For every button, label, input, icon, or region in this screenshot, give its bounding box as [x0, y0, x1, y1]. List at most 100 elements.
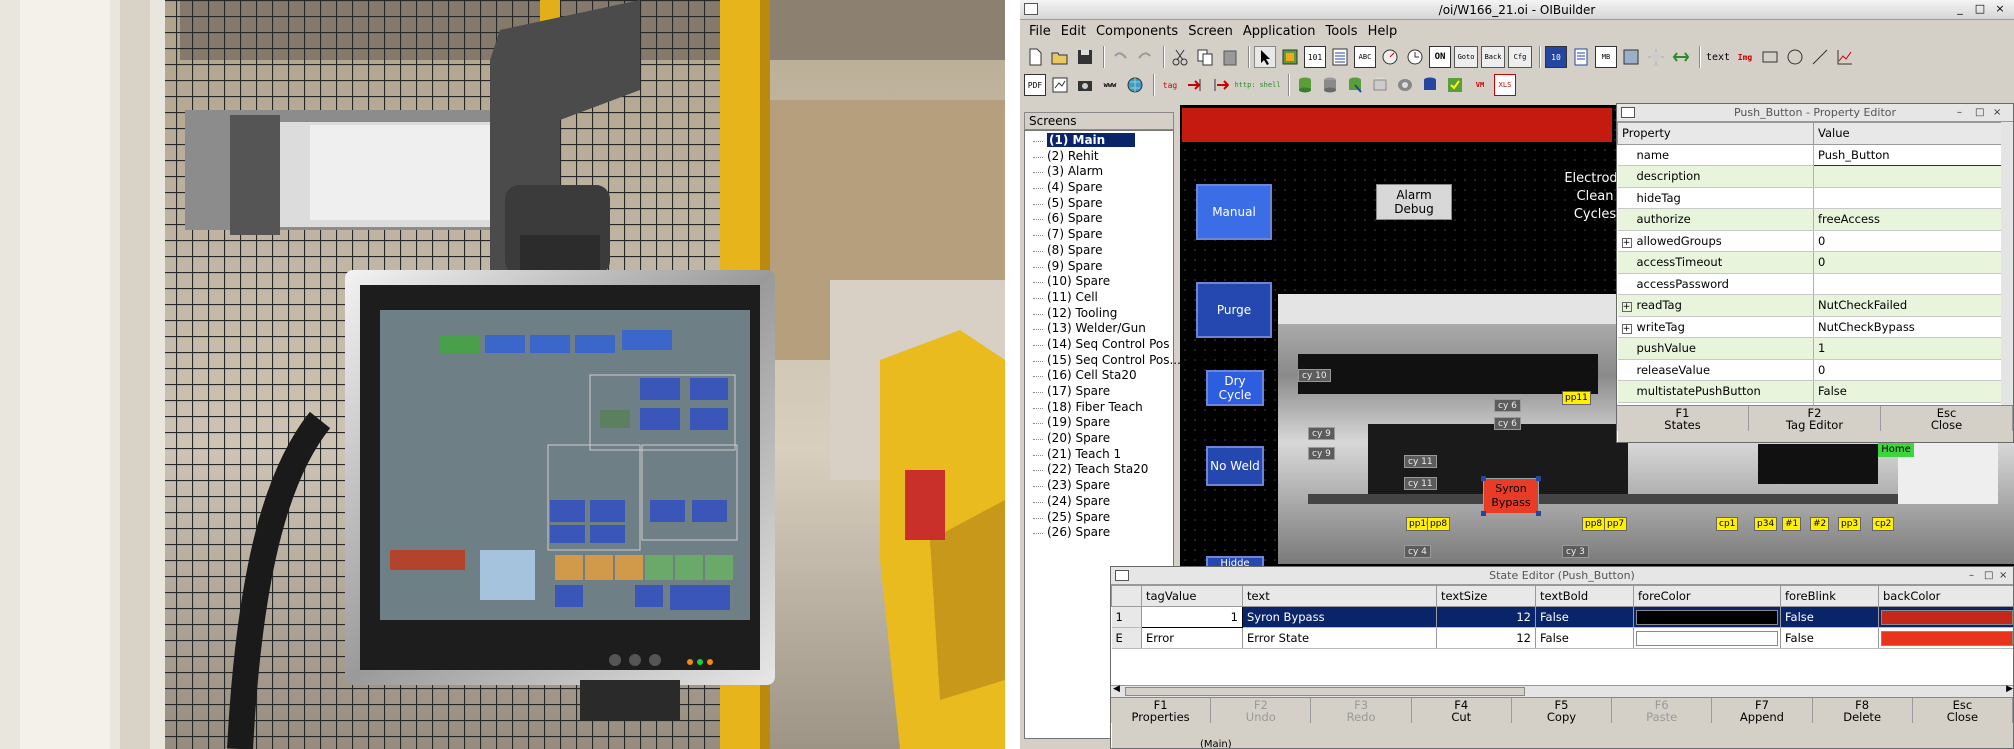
cut-icon[interactable]: [1169, 46, 1191, 68]
menu-screen[interactable]: Screen: [1183, 21, 1238, 43]
no-weld-button[interactable]: No Weld: [1206, 446, 1264, 486]
fkey-paste-button[interactable]: F6 Paste: [1612, 698, 1713, 723]
property-editor-titlebar[interactable]: Push_Button - Property Editor – □ ×: [1617, 104, 2013, 122]
state-cell-foreBlink[interactable]: False: [1780, 606, 1879, 628]
state-column-header[interactable]: [1111, 585, 1142, 607]
maximize-icon[interactable]: □: [1972, 1, 1988, 17]
screen-item[interactable]: (9) Spare: [1031, 259, 1173, 275]
close-icon[interactable]: ×: [1993, 104, 2001, 122]
paste-icon[interactable]: [1219, 46, 1241, 68]
database-5-icon[interactable]: [1394, 74, 1416, 96]
property-value-cell[interactable]: Push_Button: [1813, 143, 2001, 166]
state-cell-foreColor[interactable]: [1633, 606, 1781, 628]
state-column-header[interactable]: foreBlink: [1780, 585, 1879, 607]
state-row[interactable]: E Error Error State 12 False False: [1111, 627, 2013, 649]
screen-item[interactable]: (6) Spare: [1031, 211, 1173, 227]
menu-components[interactable]: Components: [1091, 21, 1183, 43]
property-row[interactable]: name Push_Button: [1617, 143, 2001, 166]
close-icon[interactable]: ×: [1999, 567, 2007, 585]
xls-icon[interactable]: XLS: [1494, 74, 1516, 96]
property-column-header[interactable]: Property: [1617, 122, 1814, 145]
menu-help[interactable]: Help: [1363, 21, 1403, 43]
screen-item[interactable]: (3) Alarm: [1031, 164, 1173, 180]
cylinder-tag[interactable]: cy 9: [1308, 447, 1335, 460]
sensor-tag[interactable]: pp3: [1838, 517, 1862, 531]
fkey-delete-button[interactable]: F8 Delete: [1812, 698, 1913, 723]
menu-edit[interactable]: Edit: [1056, 21, 1091, 43]
pdf-icon[interactable]: PDF: [1024, 74, 1046, 96]
fkey-cut-button[interactable]: F4 Cut: [1411, 698, 1512, 723]
database-2-icon[interactable]: [1319, 74, 1341, 96]
selection-handle[interactable]: [1481, 511, 1486, 516]
expand-icon[interactable]: +: [1621, 237, 1632, 248]
state-cell-text[interactable]: Syron Bypass: [1242, 606, 1437, 628]
dial-icon[interactable]: [1379, 46, 1401, 68]
state-cell-textSize[interactable]: 12: [1436, 606, 1536, 628]
screen-item[interactable]: (24) Spare: [1031, 494, 1173, 510]
manual-button[interactable]: Manual: [1196, 184, 1272, 240]
gauge-tag-icon[interactable]: [1279, 46, 1301, 68]
fkey-copy-button[interactable]: F5 Copy: [1511, 698, 1613, 723]
state-cell-backColor[interactable]: [1878, 606, 2013, 628]
property-value-cell[interactable]: [1813, 273, 2001, 295]
sensor-tag[interactable]: p34: [1754, 517, 1778, 531]
grid-icon[interactable]: [1620, 46, 1642, 68]
screen-item[interactable]: (10) Spare: [1031, 274, 1173, 290]
arrows-icon[interactable]: [1670, 46, 1692, 68]
state-cell-foreColor[interactable]: [1633, 627, 1781, 649]
new-file-icon[interactable]: [1024, 46, 1046, 68]
chart-tool-icon[interactable]: [1834, 46, 1856, 68]
text-tool-icon[interactable]: text: [1705, 46, 1731, 68]
sensor-tag[interactable]: pp7: [1604, 517, 1628, 531]
property-row[interactable]: authorize freeAccess: [1617, 208, 2001, 231]
screen-item[interactable]: (18) Fiber Teach: [1031, 400, 1173, 416]
state-column-header[interactable]: backColor: [1878, 585, 2013, 607]
num-display-icon[interactable]: 101: [1304, 46, 1326, 68]
property-row[interactable]: + readTag NutCheckFailed: [1617, 294, 2001, 317]
redo-icon[interactable]: [1134, 46, 1156, 68]
vm-icon[interactable]: VM: [1469, 74, 1491, 96]
property-row[interactable]: pushValue 1: [1617, 337, 2001, 360]
shell-icon[interactable]: shell: [1259, 74, 1281, 96]
state-row[interactable]: 1 1 Syron Bypass 12 False False: [1111, 606, 2013, 628]
tag-icon[interactable]: tag: [1159, 74, 1181, 96]
maximize-icon[interactable]: □: [1984, 567, 1993, 585]
database-6-icon[interactable]: [1419, 74, 1441, 96]
undo-icon[interactable]: [1109, 46, 1131, 68]
arrows-out-icon[interactable]: [1209, 74, 1231, 96]
state-cell-text[interactable]: Error State: [1242, 627, 1437, 649]
list-icon[interactable]: [1329, 46, 1351, 68]
goto-icon[interactable]: Goto: [1454, 46, 1478, 68]
alarm-debug-button[interactable]: Alarm Debug: [1376, 184, 1452, 220]
syron-bypass-button[interactable]: Syron Bypass: [1481, 476, 1541, 516]
menu-tools[interactable]: Tools: [1321, 21, 1363, 43]
arrows-in-icon[interactable]: [1184, 74, 1206, 96]
menu-application[interactable]: Application: [1238, 21, 1321, 43]
mb-icon[interactable]: MB: [1595, 46, 1617, 68]
property-row[interactable]: accessPassword: [1617, 273, 2001, 295]
purge-button[interactable]: Purge: [1196, 282, 1272, 338]
globe-icon[interactable]: [1124, 74, 1146, 96]
property-value-cell[interactable]: 0: [1813, 251, 2001, 274]
expand-icon[interactable]: +: [1621, 302, 1632, 313]
cylinder-tag[interactable]: cy 10: [1298, 369, 1331, 382]
screen-item[interactable]: (14) Seq Control Pos: [1031, 337, 1173, 353]
window-titlebar[interactable]: /oi/W166_21.oi - OIBuilder _ □ ×: [1020, 0, 2014, 20]
copy-icon[interactable]: [1194, 46, 1216, 68]
cylinder-tag[interactable]: cy 11: [1404, 455, 1437, 468]
selection-handle[interactable]: [1481, 476, 1486, 481]
maximize-icon[interactable]: □: [1975, 104, 1984, 122]
fkey-tag-editor-button[interactable]: F2 Tag Editor: [1749, 406, 1881, 431]
screen-item[interactable]: (2) Rehit: [1031, 149, 1173, 165]
screen-item[interactable]: (13) Welder/Gun: [1031, 321, 1173, 337]
state-cell-textBold[interactable]: False: [1535, 627, 1634, 649]
database-4-icon[interactable]: [1369, 74, 1391, 96]
property-row[interactable]: hideTag: [1617, 187, 2001, 209]
screen-item[interactable]: (19) Spare: [1031, 415, 1173, 431]
property-scrollbar[interactable]: ▲ ▼: [2001, 122, 2013, 405]
state-column-header[interactable]: textSize: [1436, 585, 1536, 607]
sensor-tag[interactable]: pp8: [1427, 517, 1451, 531]
sensor-tag[interactable]: pp8: [1582, 517, 1606, 531]
sensor-tag[interactable]: pp11: [1562, 391, 1591, 405]
selection-handle[interactable]: [1536, 511, 1541, 516]
